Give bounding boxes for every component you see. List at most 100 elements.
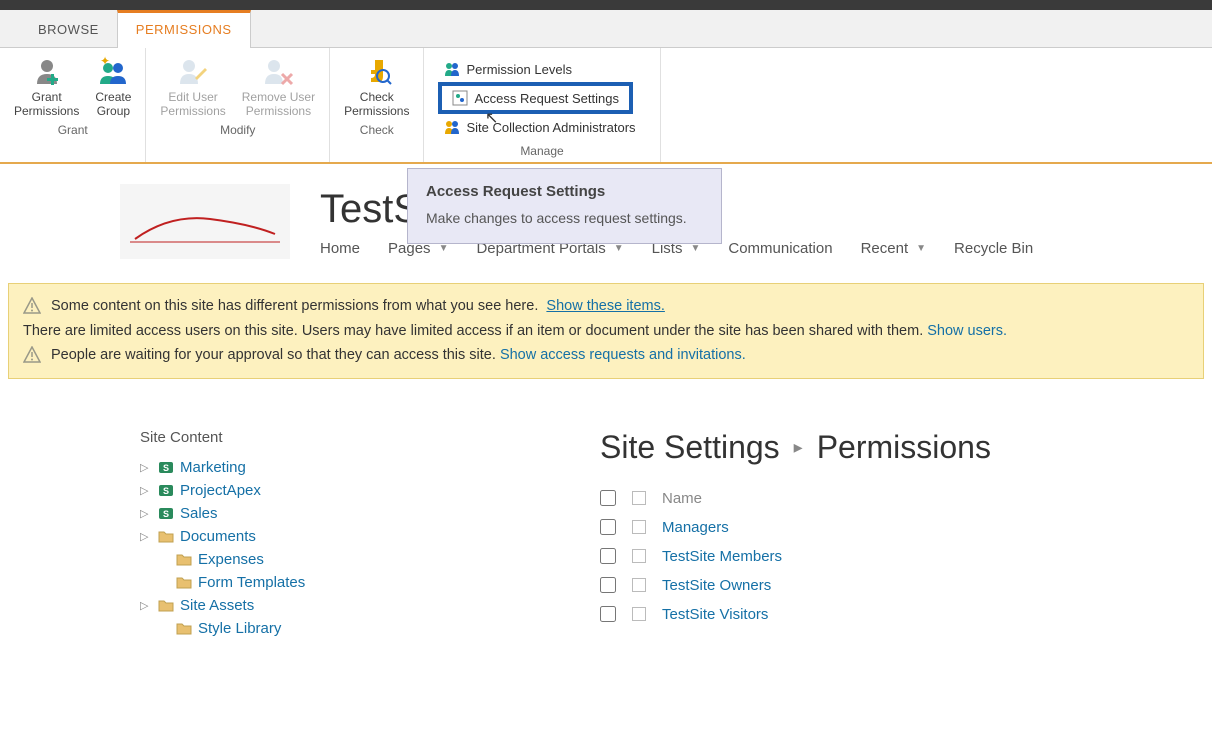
permissions-header-row: Name bbox=[600, 484, 1192, 513]
show-users-link[interactable]: Show users. bbox=[927, 323, 1007, 339]
ribbon-group-check: Check Permissions Check bbox=[330, 48, 424, 162]
column-icon bbox=[632, 491, 646, 505]
permission-name-link[interactable]: TestSite Owners bbox=[662, 577, 771, 594]
access-request-settings-button[interactable]: Access Request Settings bbox=[438, 82, 633, 114]
permission-row: TestSite Visitors bbox=[600, 600, 1192, 629]
check-permissions-button[interactable]: Check Permissions bbox=[338, 54, 415, 121]
chevron-down-icon: ▼ bbox=[439, 243, 449, 254]
remove-user-icon bbox=[262, 56, 294, 88]
check-permissions-label: Check Permissions bbox=[344, 90, 409, 119]
tree-item: Style Library bbox=[140, 617, 560, 640]
edit-user-label: Edit User Permissions bbox=[160, 90, 225, 119]
warning-text-2: There are limited access users on this s… bbox=[23, 323, 923, 339]
nav-recent[interactable]: Recent▼ bbox=[861, 240, 926, 257]
access-request-settings-label: Access Request Settings bbox=[474, 91, 619, 106]
tree-title: Site Content bbox=[140, 429, 560, 446]
row-secondary-checkbox[interactable] bbox=[632, 520, 646, 534]
ribbon-group-manage: Permission Levels Access Request Setting… bbox=[424, 48, 660, 162]
warning-icon bbox=[23, 297, 41, 315]
folder-icon bbox=[176, 574, 192, 590]
site-collection-admins-button[interactable]: Site Collection Administrators bbox=[438, 116, 641, 138]
main-content: Site Content ▷ S Marketing ▷ S ProjectApex ▷ S S… bbox=[0, 379, 1212, 660]
chevron-down-icon: ▼ bbox=[690, 243, 700, 254]
access-request-icon bbox=[452, 90, 468, 106]
sharepoint-icon: S bbox=[158, 459, 174, 475]
svg-text:S: S bbox=[163, 463, 169, 473]
tooltip-title: Access Request Settings bbox=[426, 183, 703, 200]
row-checkbox[interactable] bbox=[600, 519, 616, 535]
ribbon-group-grant-label: Grant bbox=[8, 123, 137, 137]
nav-communication[interactable]: Communication bbox=[728, 240, 832, 257]
permission-row: TestSite Members bbox=[600, 542, 1192, 571]
permission-name-link[interactable]: Managers bbox=[662, 519, 729, 536]
warning-icon bbox=[23, 346, 41, 364]
folder-icon bbox=[176, 620, 192, 636]
show-items-link[interactable]: Show these items. bbox=[546, 298, 664, 314]
people-icon bbox=[444, 61, 460, 77]
grant-permissions-label: Grant Permissions bbox=[14, 90, 79, 119]
chevron-down-icon: ▼ bbox=[916, 243, 926, 254]
permissions-panel: Site Settings ▸ Permissions Name Manager… bbox=[600, 429, 1192, 640]
tree-item-label[interactable]: ProjectApex bbox=[180, 482, 261, 499]
select-all-checkbox[interactable] bbox=[600, 490, 616, 506]
permission-levels-label: Permission Levels bbox=[466, 62, 572, 77]
tab-permissions[interactable]: PERMISSIONS bbox=[117, 10, 251, 48]
tree-item: ▷ Site Assets bbox=[140, 594, 560, 617]
site-collection-admins-label: Site Collection Administrators bbox=[466, 120, 635, 135]
svg-text:S: S bbox=[163, 486, 169, 496]
folder-icon bbox=[158, 597, 174, 613]
grant-permissions-button[interactable]: Grant Permissions bbox=[8, 54, 85, 121]
remove-user-permissions-button[interactable]: Remove User Permissions bbox=[236, 54, 321, 121]
tree-item-label[interactable]: Documents bbox=[180, 528, 256, 545]
tree-item: ▷ S Marketing bbox=[140, 456, 560, 479]
tree-item-label[interactable]: Marketing bbox=[180, 459, 246, 476]
ribbon-group-check-label: Check bbox=[338, 123, 415, 137]
tree-item: ▷ S Sales bbox=[140, 502, 560, 525]
suite-bar bbox=[0, 0, 1212, 10]
expander-icon[interactable]: ▷ bbox=[140, 507, 152, 520]
row-checkbox[interactable] bbox=[600, 606, 616, 622]
nav-recycle-bin[interactable]: Recycle Bin bbox=[954, 240, 1033, 257]
expander-icon[interactable]: ▷ bbox=[140, 599, 152, 612]
row-secondary-checkbox[interactable] bbox=[632, 549, 646, 563]
nav-home[interactable]: Home bbox=[320, 240, 360, 257]
row-secondary-checkbox[interactable] bbox=[632, 578, 646, 592]
permission-row: TestSite Owners bbox=[600, 571, 1192, 600]
row-checkbox[interactable] bbox=[600, 548, 616, 564]
warning-bar: Some content on this site has different … bbox=[8, 283, 1204, 379]
edit-user-permissions-button[interactable]: Edit User Permissions bbox=[154, 54, 231, 121]
show-access-requests-link[interactable]: Show access requests and invitations. bbox=[500, 347, 746, 363]
tree-item: ▷ S ProjectApex bbox=[140, 479, 560, 502]
tooltip-body: Make changes to access request settings. bbox=[426, 208, 703, 229]
permission-name-link[interactable]: TestSite Members bbox=[662, 548, 782, 565]
row-checkbox[interactable] bbox=[600, 577, 616, 593]
expander-icon[interactable]: ▷ bbox=[140, 484, 152, 497]
create-group-label: Create Group bbox=[95, 90, 131, 119]
site-content-tree: Site Content ▷ S Marketing ▷ S ProjectApex ▷ S S… bbox=[140, 429, 560, 640]
ribbon-tabs: BROWSE PERMISSIONS bbox=[0, 10, 1212, 48]
row-secondary-checkbox[interactable] bbox=[632, 607, 646, 621]
tree-item-label[interactable]: Expenses bbox=[198, 551, 264, 568]
admin-icon bbox=[444, 119, 460, 135]
create-group-icon: ✦ bbox=[97, 56, 129, 88]
ribbon-group-manage-label: Manage bbox=[432, 144, 651, 158]
expander-icon[interactable]: ▷ bbox=[140, 530, 152, 543]
edit-user-icon bbox=[177, 56, 209, 88]
create-group-button[interactable]: ✦ Create Group bbox=[89, 54, 137, 121]
column-header-name[interactable]: Name bbox=[662, 490, 702, 507]
tree-item-label[interactable]: Style Library bbox=[198, 620, 281, 637]
tree-item: Form Templates bbox=[140, 571, 560, 594]
svg-text:✦: ✦ bbox=[100, 56, 110, 68]
permission-levels-button[interactable]: Permission Levels bbox=[438, 58, 578, 80]
permission-name-link[interactable]: TestSite Visitors bbox=[662, 606, 768, 623]
ribbon: Grant Permissions ✦ Create Group Grant E… bbox=[0, 48, 1212, 164]
tree-item-label[interactable]: Form Templates bbox=[198, 574, 305, 591]
tree-item-label[interactable]: Site Assets bbox=[180, 597, 254, 614]
site-logo[interactable] bbox=[120, 184, 290, 259]
tab-browse[interactable]: BROWSE bbox=[20, 10, 117, 47]
svg-text:S: S bbox=[163, 509, 169, 519]
breadcrumb-separator-icon: ▸ bbox=[794, 437, 803, 458]
breadcrumb-site-settings[interactable]: Site Settings bbox=[600, 429, 780, 466]
tree-item-label[interactable]: Sales bbox=[180, 505, 218, 522]
expander-icon[interactable]: ▷ bbox=[140, 461, 152, 474]
